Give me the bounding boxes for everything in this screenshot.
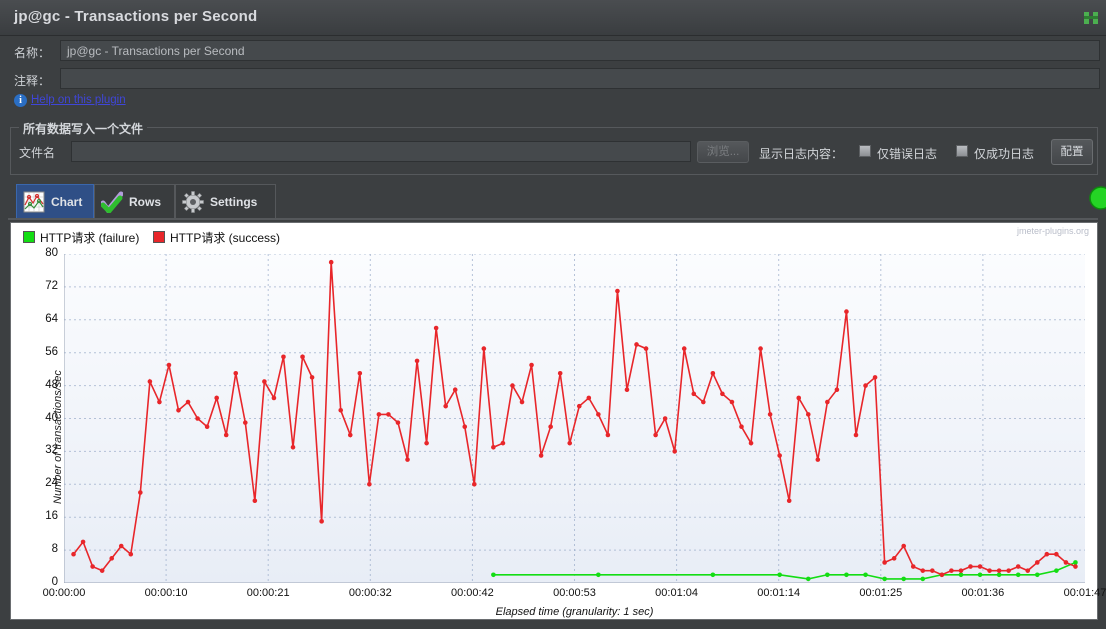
legend-swatch-success	[153, 231, 165, 243]
test-running-indicator	[1084, 186, 1106, 210]
name-input[interactable]: jp@gc - Transactions per Second	[60, 40, 1100, 61]
y-tick-label: 16	[45, 510, 58, 523]
gear-icon	[182, 191, 204, 213]
comment-label: 注释：	[14, 74, 51, 88]
legend-label-failure: HTTP请求 (failure)	[40, 231, 140, 245]
legend-swatch-failure	[23, 231, 35, 243]
name-label: 名称：	[14, 46, 51, 60]
success-only-checkbox[interactable]	[956, 145, 968, 157]
errors-only-checkbox[interactable]	[859, 145, 871, 157]
success-only-label[interactable]: 仅成功日志	[974, 145, 1034, 162]
jmeter-tps-window: jp@gc - Transactions per Second 名称： jp@g…	[0, 0, 1106, 629]
y-tick-label: 64	[45, 312, 58, 325]
checkmark-icon	[101, 191, 123, 213]
x-tick-label: 00:01:14	[757, 587, 801, 599]
file-group-title: 所有数据写入一个文件	[19, 120, 148, 137]
help-row: i Help on this plugin	[0, 92, 1106, 112]
name-row: 名称： jp@gc - Transactions per Second	[0, 40, 1106, 65]
tab-chart[interactable]: Chart	[16, 184, 94, 218]
y-tick-label: 80	[45, 247, 58, 259]
y-tick-label: 8	[51, 543, 58, 556]
tab-underline	[8, 218, 1098, 220]
x-tick-label: 00:00:10	[144, 587, 188, 599]
x-tick-label: 00:01:04	[655, 587, 698, 599]
info-icon: i	[14, 94, 27, 107]
tab-rows-label: Rows	[129, 195, 162, 209]
x-tick-label: 00:00:53	[553, 587, 596, 599]
y-tick-label: 72	[45, 279, 58, 292]
tab-chart-label: Chart	[51, 195, 83, 209]
y-tick-label: 48	[45, 378, 58, 391]
tab-rows[interactable]: Rows	[94, 184, 175, 218]
chart-plot-area: Number of transactions/sec 0 8 16 24 32 40 48 5…	[43, 247, 1106, 618]
x-tick-label: 00:01:25	[859, 587, 903, 599]
page-title: jp@gc - Transactions per Second	[14, 8, 258, 25]
tab-settings-label: Settings	[210, 195, 258, 209]
configure-button[interactable]: 配置	[1051, 139, 1093, 165]
x-axis-label: Elapsed time (granularity: 1 sec)	[495, 606, 654, 618]
y-tick-label: 32	[45, 444, 58, 457]
errors-only-label[interactable]: 仅错误日志	[877, 145, 937, 162]
y-tick-label: 24	[45, 477, 58, 490]
window-app-icon	[1082, 9, 1100, 27]
x-tick-label: 00:01:47	[1063, 587, 1106, 599]
window-titlebar: jp@gc - Transactions per Second	[0, 0, 1106, 36]
tab-settings[interactable]: Settings	[175, 184, 276, 218]
chart-panel: HTTP请求 (failure) HTTP请求 (success) jmeter…	[10, 222, 1106, 620]
legend-label-success: HTTP请求 (success)	[170, 231, 281, 245]
comment-row: 注释：	[0, 68, 1106, 93]
x-tick-label: 00:00:00	[42, 587, 86, 599]
filename-label: 文件名	[19, 146, 56, 160]
help-on-this-plugin-link[interactable]: Help on this plugin	[31, 94, 126, 106]
y-tick-label: 56	[45, 345, 58, 358]
x-tick-label: 00:01:36	[961, 587, 1005, 599]
x-tick-label: 00:00:42	[450, 587, 494, 599]
y-tick-label: 40	[45, 411, 58, 424]
filename-input[interactable]	[71, 141, 691, 162]
x-tick-label: 00:00:21	[246, 587, 290, 599]
log-content-label: 显示日志内容：	[759, 147, 844, 161]
x-tick-label: 00:00:32	[348, 587, 392, 599]
tab-bar: Chart Rows Settings	[8, 184, 1098, 220]
chart-icon	[23, 191, 45, 213]
watermark: jmeter-plugins.org	[1016, 226, 1089, 236]
comment-input[interactable]	[60, 68, 1100, 89]
write-all-data-to-file-group: 所有数据写入一个文件 文件名 浏览... 显示日志内容： 仅错误日志 仅成功日志…	[10, 120, 1098, 175]
browse-button[interactable]: 浏览...	[697, 141, 749, 163]
chart-series-svg	[64, 254, 1085, 583]
